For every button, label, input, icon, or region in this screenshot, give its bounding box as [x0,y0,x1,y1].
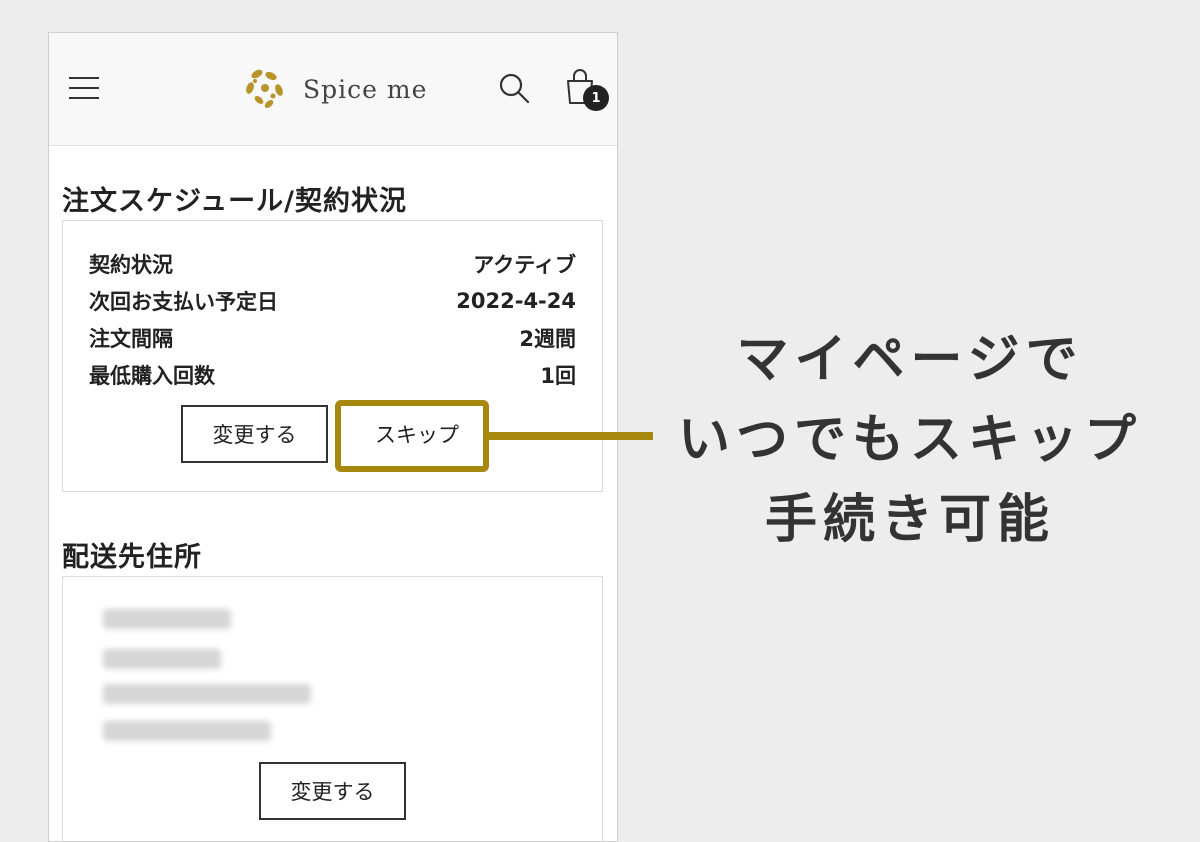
cart-count-badge: 1 [583,85,609,111]
skip-highlight-frame [335,400,489,472]
schedule-title: 注文スケジュール/契約状況 [62,186,407,217]
row-value: アクティブ [473,253,576,277]
brand-name: Spice me [303,74,428,104]
next-payment-date-row: 次回お支払い予定日 2022-4-24 [89,284,576,318]
callout-line: いつでもスキップ [677,410,1142,470]
row-label: 注文間隔 [89,327,173,351]
callout-text: マイページで いつでもスキップ 手続き可能 [660,320,1160,560]
row-value: 2022-4-24 [456,289,576,313]
blurred-address-line [103,721,271,741]
row-label: 最低購入回数 [89,364,215,388]
brand-logo[interactable]: Spice me [241,65,427,113]
callout-line: マイページで [736,330,1084,390]
contract-status-row: 契約状況 アクティブ [89,247,576,281]
blurred-address-line [103,649,221,669]
row-label: 次回お支払い予定日 [89,290,278,314]
row-value: 2週間 [519,327,576,351]
cart-button[interactable]: 1 [563,67,609,113]
minimum-purchase-row: 最低購入回数 1回 [89,358,576,392]
shipping-card: 変更する [62,576,603,841]
blurred-address-line [103,684,311,704]
schedule-card: 契約状況 アクティブ 次回お支払い予定日 2022-4-24 注文間隔 2週間 … [62,220,603,492]
spice-leaf-logo-icon [246,69,283,108]
callout-line: 手続き可能 [764,490,1055,550]
blurred-address-line [103,609,231,629]
order-interval-row: 注文間隔 2週間 [89,321,576,355]
menu-icon[interactable] [69,75,99,101]
search-icon[interactable] [497,71,531,105]
site-header: Spice me 1 [49,33,617,146]
change-schedule-button[interactable]: 変更する [181,405,328,463]
row-value: 1回 [540,364,576,388]
change-address-button[interactable]: 変更する [259,762,406,820]
callout-connector-line [489,432,653,440]
row-label: 契約状況 [89,253,173,277]
shipping-title: 配送先住所 [62,542,202,573]
